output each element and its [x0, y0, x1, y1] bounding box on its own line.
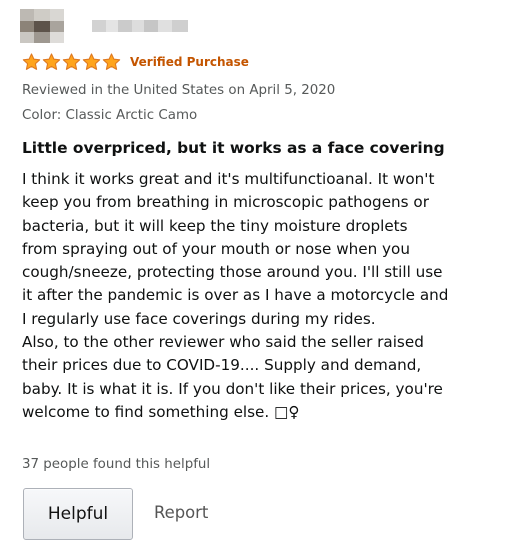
- review-body-line: Also, to the other reviewer who said the…: [22, 333, 424, 352]
- reviewer-name-blurred[interactable]: [92, 20, 188, 32]
- star-rating[interactable]: [22, 53, 122, 71]
- star-icon: [82, 53, 101, 70]
- review-body-line: I think it works great and it's multifun…: [22, 170, 435, 188]
- star-icon: [22, 53, 41, 70]
- review-date: Reviewed in the United States on April 5…: [22, 83, 336, 98]
- helpful-count: 37 people found this helpful: [22, 457, 211, 472]
- review-body-line: baby. It is what it is. If you don't lik…: [22, 379, 443, 398]
- star-icon: [42, 53, 61, 70]
- star-icon: [102, 53, 121, 70]
- review-body-line: welcome to find something else. □♀: [22, 402, 300, 421]
- report-link[interactable]: Report: [154, 503, 208, 522]
- review-body-line: from spraying out of your mouth or nose …: [22, 239, 410, 258]
- avatar-icon[interactable]: [20, 9, 64, 43]
- review-body-line: I regularly use face coverings during my…: [22, 309, 376, 328]
- reviewer-profile[interactable]: [20, 8, 188, 44]
- review-body-line: bacteria, but it will keep the tiny mois…: [22, 216, 408, 235]
- review-body-line: their prices due to COVID-19.... Supply …: [22, 356, 422, 375]
- review-body-line: keep you from breathing in microscopic p…: [22, 193, 429, 212]
- rating-row: Verified Purchase: [22, 52, 249, 72]
- review-body: I think it works great and it's multifun…: [22, 168, 497, 424]
- review-body-line: it after the pandemic is over as I have …: [22, 286, 449, 305]
- helpful-button[interactable]: Helpful: [23, 488, 133, 540]
- review-body-line: cough/sneeze, protecting those around yo…: [22, 263, 443, 282]
- star-icon: [62, 53, 81, 70]
- color-variant[interactable]: Color: Classic Arctic Camo: [22, 108, 197, 123]
- review-card: Verified Purchase Reviewed in the United…: [0, 0, 507, 551]
- review-title: Little overpriced, but it works as a fac…: [22, 139, 445, 157]
- verified-purchase-badge[interactable]: Verified Purchase: [130, 55, 249, 69]
